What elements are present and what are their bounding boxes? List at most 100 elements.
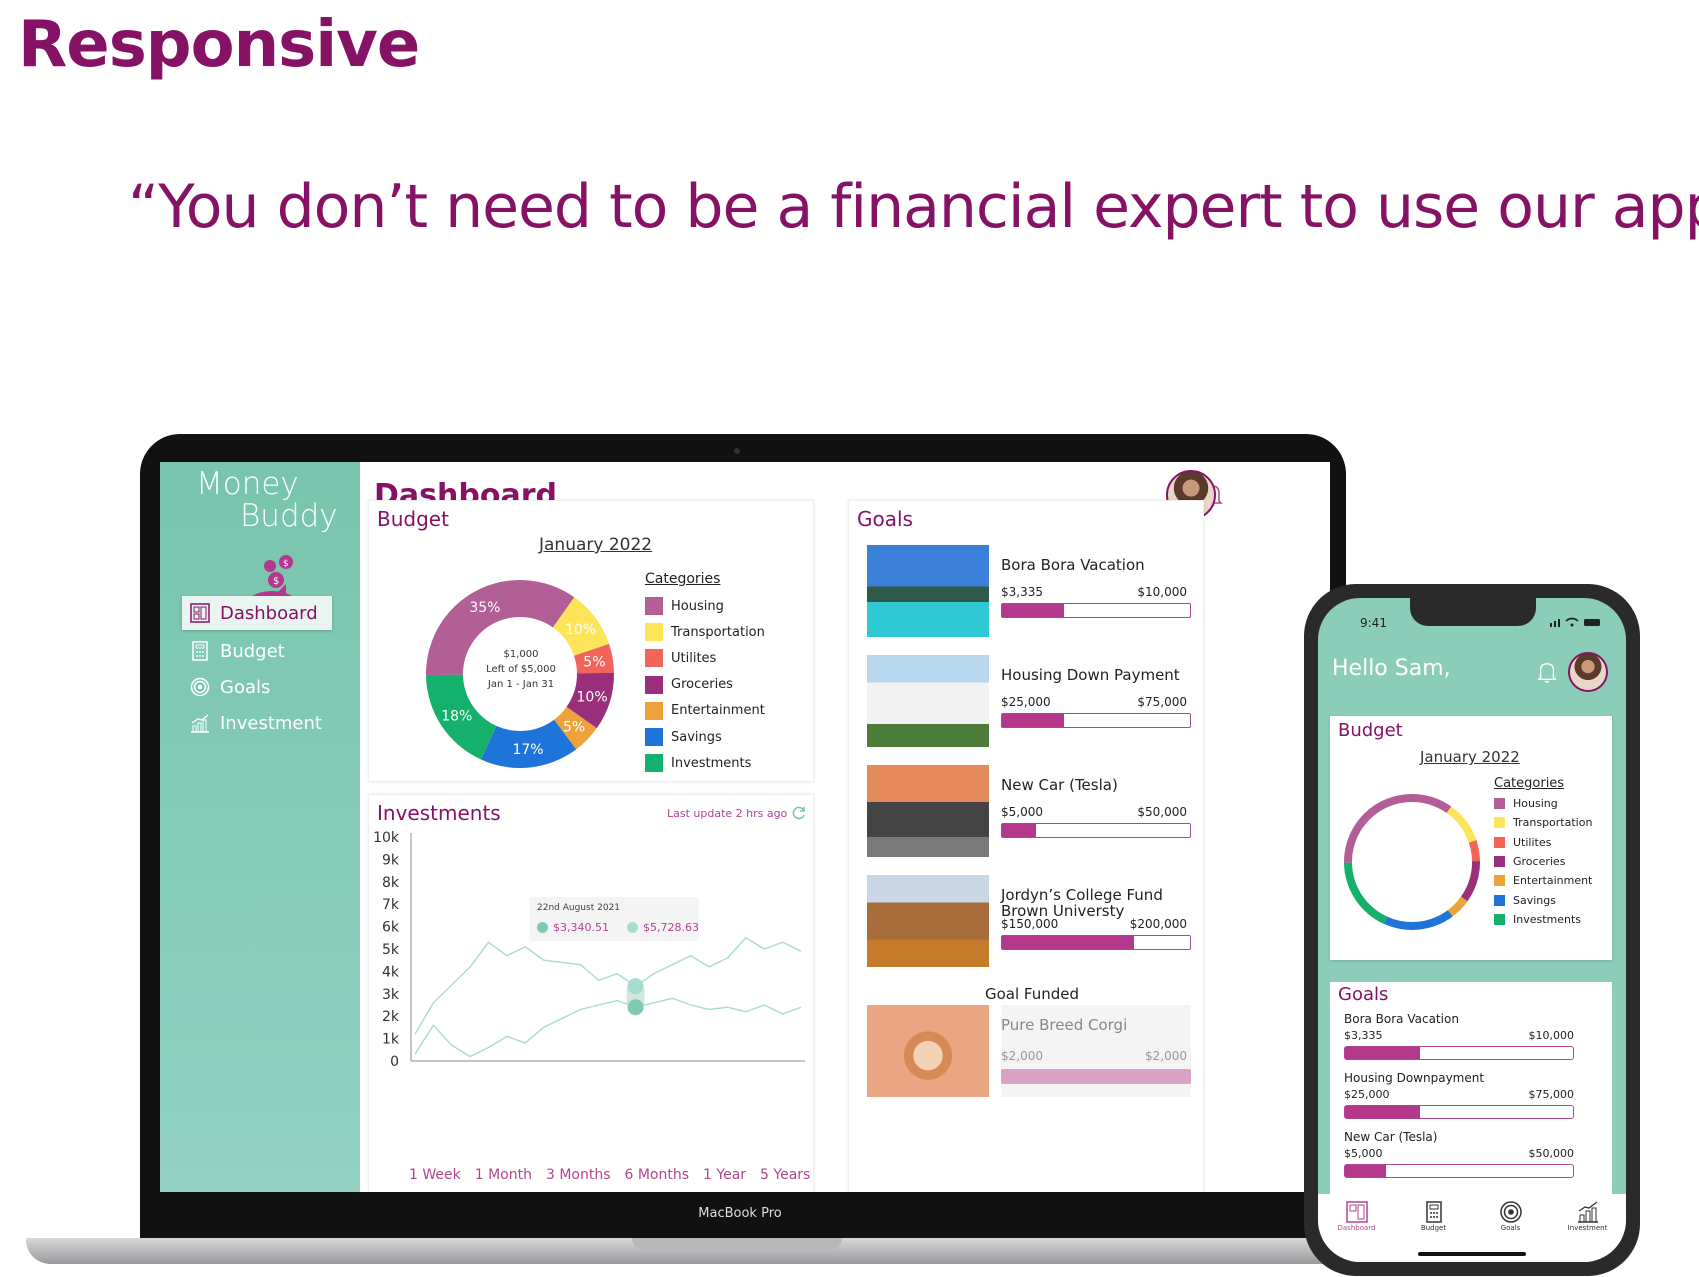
phone-budget-slice [1468,840,1480,862]
legend-item: Housing [1494,794,1592,813]
legend-label: Investments [671,755,752,771]
goal-current: $5,000 [1001,805,1043,819]
nav-label: Investment [220,712,322,734]
legend-item: Investments [645,750,765,776]
legend-item: Transportation [645,619,765,645]
range-option[interactable]: 5 Years [760,1167,810,1183]
goal-item[interactable]: Housing Down Payment $25,000 $75,000 [867,655,1197,747]
range-option[interactable]: 1 Week [409,1167,461,1183]
dashboard-icon [190,603,210,623]
goal-item[interactable]: Bora Bora Vacation $3,335 $10,000 [867,545,1197,637]
slice-label: 10% [577,689,608,705]
categories-heading: Categories [645,571,721,587]
slice-label: 5% [583,654,605,670]
budget-card: Budget January 2022 35% 10% 5% 10% 5% 17% 18% … [368,500,814,782]
y-tick-label: 9k [382,852,400,868]
tab-label: Goals [1500,1224,1521,1232]
status-time: 9:41 [1360,616,1387,630]
category-legend: Housing Transportation Utilites Groceries En… [645,593,765,776]
y-tick-label: 8k [382,875,400,891]
goal-progress-bar [1001,713,1191,728]
phone-categories-heading: Categories [1494,776,1565,791]
goal-image [867,765,989,857]
progress-fill [1002,1070,1190,1083]
range-option[interactable]: 1 Month [475,1167,532,1183]
goal-item[interactable]: New Car (Tesla) $5,000 $50,000 [867,765,1197,857]
goal-image [867,545,989,637]
goal-target: $10,000 [1137,585,1187,599]
page-heading: Responsive [18,8,420,82]
legend-swatch [1494,836,1505,848]
goal-target: $50,000 [1137,805,1187,819]
refresh-icon[interactable] [791,805,807,821]
tab-label: Budget [1420,1224,1447,1232]
legend-item: Investments [1494,910,1592,929]
center-amount: $1,000 [503,649,539,660]
nav-investment[interactable]: Investment [182,706,354,740]
goal-progress-bar [1344,1046,1574,1060]
legend-swatch [645,597,663,616]
nav-label: Goals [220,676,271,698]
growth-chart-icon [1577,1201,1598,1223]
corgi-image [867,1005,989,1097]
legend-label: Savings [671,729,722,745]
y-tick-label: 6k [382,920,400,936]
range-option[interactable]: 6 Months [625,1167,690,1183]
legend-label: Housing [671,598,724,614]
phone-budget-slice [1447,896,1468,917]
legend-label: Investments [1513,912,1582,926]
svg-text:$: $ [273,576,279,587]
phone-goal-item[interactable]: Housing Downpayment $25,000 $75,000 [1344,1071,1574,1127]
logo-line2: Buddy [240,498,338,534]
goal-progress-bar [1344,1164,1574,1178]
goal-item[interactable]: Jordyn’s College Fund Brown Universty $15… [867,875,1197,967]
funded-goal-target: $2,000 [1145,1049,1187,1063]
user-avatar[interactable] [1568,652,1608,692]
progress-fill [1345,1165,1387,1177]
series-line [414,936,802,1035]
legend-item: Groceries [645,672,765,698]
legend-swatch [645,623,663,642]
y-tick-label: 10k [373,830,400,846]
goal-name: Housing Downpayment [1344,1071,1485,1085]
phone-goals-title: Goals [1338,984,1389,1005]
range-option[interactable]: 1 Year [703,1167,746,1183]
hover-point[interactable] [627,999,644,1016]
goal-target: $200,000 [1129,917,1187,931]
legend-swatch [1494,875,1505,887]
calculator-icon [192,641,208,661]
legend-item: Utilites [1494,833,1592,852]
goal-funded-label: Goal Funded [985,985,1080,1003]
goal-target: $50,000 [1528,1147,1575,1160]
series1-dot [537,922,548,933]
phone-budget-period[interactable]: January 2022 [1420,748,1520,766]
budget-title: Budget [377,507,449,531]
notification-bell-icon[interactable] [1536,660,1558,684]
phone-screen: 9:41 Hello Sam, Budget January 2022 Cate… [1318,598,1626,1262]
goals-title: Goals [857,507,913,531]
nav-dashboard[interactable]: Dashboard [182,596,332,630]
legend-label: Groceries [1513,855,1566,869]
tab-investment[interactable]: Investment [1558,1200,1618,1262]
range-option[interactable]: 3 Months [546,1167,611,1183]
nav-budget[interactable]: Budget [182,634,354,668]
legend-label: Housing [1513,797,1558,811]
legend-item: Groceries [1494,852,1592,871]
tagline-quote: “You don’t need to be a financial expert… [128,172,1699,242]
laptop-label: MacBook Pro [698,1206,782,1221]
budget-period[interactable]: January 2022 [539,535,652,555]
greeting: Hello Sam, [1332,656,1451,681]
hover-point[interactable] [627,978,644,995]
funded-goal-item[interactable]: Pure Breed Corgi $2,000 $2,000 [867,1005,1197,1097]
goal-name: Jordyn’s College Fund Brown Universty [1001,886,1163,920]
nav-goals[interactable]: Goals [182,670,354,704]
investments-card: Investments Last update 2 hrs ago 10k 9k 8… [368,794,814,1192]
phone-budget-slice [1344,794,1452,863]
camera-icon [734,448,740,454]
phone-goal-item[interactable]: New Car (Tesla) $5,000 $50,000 [1344,1130,1574,1186]
goal-image [867,875,989,967]
laptop-screen: Money Buddy $ $ Dashboard Budget Goals I… [160,462,1330,1192]
funded-goal-name: Pure Breed Corgi [1001,1016,1128,1034]
phone-goal-item[interactable]: Bora Bora Vacation $3,335 $10,000 [1344,1012,1574,1068]
tab-dashboard[interactable]: Dashboard [1327,1200,1387,1262]
